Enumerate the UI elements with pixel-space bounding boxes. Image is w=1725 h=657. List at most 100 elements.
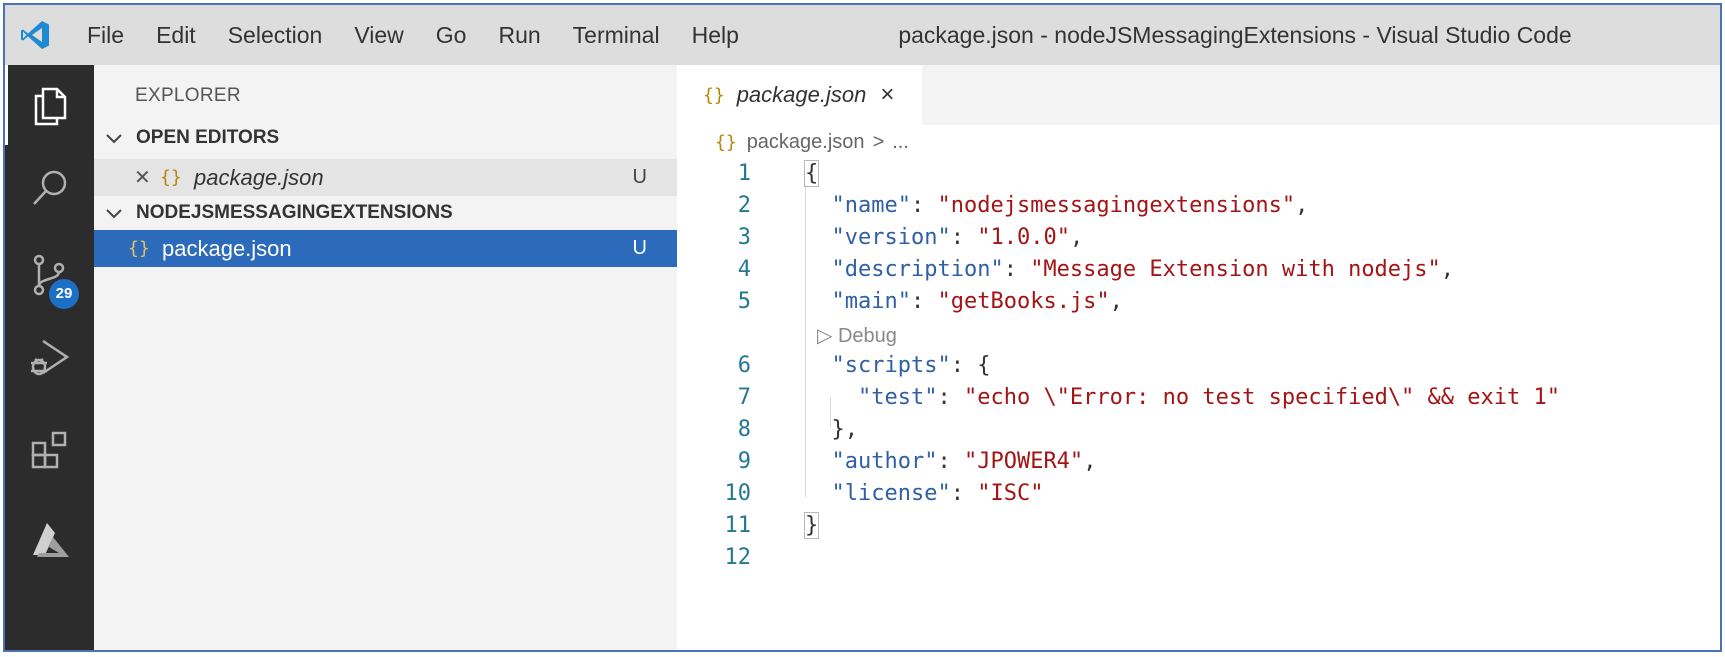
line-text: "name": "nodejsmessagingextensions",: [831, 192, 1309, 218]
json-value: "echo \"Error: no test specified\" && ex…: [963, 384, 1560, 410]
line-number: 11: [724, 512, 752, 538]
breadcrumb-more[interactable]: ...: [892, 131, 909, 154]
explorer-activity[interactable]: [5, 65, 94, 145]
code-line: 8 },: [677, 413, 1720, 445]
bracket-match: {: [803, 159, 820, 187]
json-punct: ,: [1083, 448, 1097, 474]
code-line: 2 "name": "nodejsmessagingextensions",: [677, 189, 1720, 221]
editor-area: {} package.json × {} package.json > ... …: [677, 65, 1720, 650]
json-key: "name": [831, 192, 911, 218]
json-key: "license": [831, 480, 951, 506]
azure-activity[interactable]: [5, 500, 94, 580]
line-text: "test": "echo \"Error: no test specified…: [857, 384, 1560, 410]
line-text: },: [805, 416, 859, 442]
json-value: "Message Extension with nodejs": [1030, 256, 1441, 282]
folder-header[interactable]: NODEJSMESSAGINGEXTENSIONS: [94, 195, 677, 231]
menu-terminal[interactable]: Terminal: [557, 5, 676, 65]
menu-file[interactable]: File: [87, 5, 140, 65]
code-line: 3 "version": "1.0.0",: [677, 221, 1720, 253]
open-editors-header[interactable]: OPEN EDITORS: [94, 120, 677, 156]
open-editor-filename: package.json: [194, 164, 324, 190]
line-number: 3: [737, 224, 751, 250]
line-text: "scripts": {: [831, 352, 991, 378]
json-key: "scripts": [831, 352, 951, 378]
json-punct: ,: [1109, 288, 1123, 314]
chevron-down-icon: [106, 209, 122, 219]
vscode-window: File Edit Selection View Go Run Terminal…: [3, 3, 1722, 652]
menu-bar: File Edit Selection View Go Run Terminal…: [87, 5, 755, 65]
folder-label: NODEJSMESSAGINGEXTENSIONS: [136, 202, 453, 223]
code-line: 11 }: [677, 509, 1720, 541]
line-number: 6: [737, 352, 751, 378]
line-number: 8: [737, 416, 751, 442]
json-key: "test": [857, 384, 938, 410]
line-number: 12: [724, 544, 752, 570]
close-icon[interactable]: ✕: [134, 165, 160, 190]
json-file-icon: {}: [128, 238, 150, 259]
json-file-icon: {}: [703, 84, 725, 106]
code-line: 5 "main": "getBooks.js",: [677, 285, 1720, 317]
code-line: 12: [677, 541, 1720, 573]
close-icon[interactable]: ×: [880, 81, 894, 109]
json-punct: },: [831, 416, 859, 442]
json-punct: ,: [1440, 256, 1455, 282]
untracked-status: U: [632, 237, 647, 259]
run-debug-activity[interactable]: [5, 318, 94, 398]
menu-run[interactable]: Run: [482, 5, 556, 65]
line-text: "license": "ISC": [831, 480, 1044, 506]
code-line: 4 "description": "Message Extension with…: [677, 253, 1720, 285]
source-control-activity[interactable]: 29: [5, 235, 94, 315]
json-file-icon: {}: [160, 167, 182, 188]
chevron-down-icon: [106, 134, 122, 144]
menu-help[interactable]: Help: [676, 5, 755, 65]
line-text: "version": "1.0.0",: [831, 224, 1084, 250]
search-activity[interactable]: [5, 148, 94, 228]
line-text: {: [803, 159, 820, 187]
open-editor-item[interactable]: ✕ {} package.json U: [94, 159, 677, 196]
tab-package-json[interactable]: {} package.json ×: [677, 65, 922, 125]
menu-selection[interactable]: Selection: [212, 5, 339, 65]
tab-label: package.json: [736, 82, 867, 107]
json-key: "description": [831, 256, 1004, 282]
json-punct: {: [977, 352, 991, 378]
code-line: 7 "test": "echo \"Error: no test specifi…: [677, 381, 1720, 413]
azure-icon: [32, 523, 69, 557]
search-icon: [32, 170, 66, 205]
vscode-logo-icon[interactable]: [19, 19, 51, 51]
title-bar: File Edit Selection View Go Run Terminal…: [5, 5, 1720, 65]
json-key: "author": [831, 448, 938, 474]
menu-go[interactable]: Go: [420, 5, 483, 65]
extensions-activity[interactable]: [5, 410, 94, 490]
tree-item-package-json[interactable]: {} package.json U: [94, 230, 677, 267]
tab-bar: {} package.json ×: [677, 65, 1720, 125]
json-key: "main": [831, 288, 911, 314]
breadcrumb: {} package.json > ...: [715, 127, 909, 157]
chevron-right-icon: >: [872, 130, 885, 153]
line-number: 4: [737, 256, 751, 282]
code-line: 9 "author": "JPOWER4",: [677, 445, 1720, 477]
code-line: 10 "license": "ISC": [677, 477, 1720, 509]
json-value: "JPOWER4": [963, 448, 1084, 474]
line-number: 5: [737, 288, 751, 314]
untracked-status: U: [632, 166, 647, 188]
json-value: "getBooks.js": [937, 288, 1110, 314]
json-value: "ISC": [977, 480, 1044, 506]
json-punct: ,: [1295, 192, 1309, 218]
menu-edit[interactable]: Edit: [140, 5, 212, 65]
scm-badge: 29: [49, 279, 79, 309]
activity-bar: 29: [5, 65, 94, 650]
line-text: "description": "Message Extension with n…: [831, 256, 1455, 282]
json-punct: ,: [1069, 224, 1084, 250]
line-number: 7: [737, 384, 751, 410]
json-file-icon: {}: [715, 131, 737, 153]
line-text: }: [803, 511, 820, 539]
menu-view[interactable]: View: [338, 5, 419, 65]
explorer-sidebar: EXPLORER OPEN EDITORS ✕ {} package.json …: [94, 65, 677, 650]
debug-codelens[interactable]: ▷ Debug: [817, 319, 897, 351]
window-title: package.json - nodeJSMessagingExtensions…: [898, 22, 1572, 48]
line-number: 10: [724, 480, 752, 506]
breadcrumb-file[interactable]: package.json: [747, 131, 865, 154]
open-editors-label: OPEN EDITORS: [136, 127, 280, 148]
json-value: "1.0.0": [977, 224, 1070, 250]
line-number: 1: [737, 160, 751, 186]
